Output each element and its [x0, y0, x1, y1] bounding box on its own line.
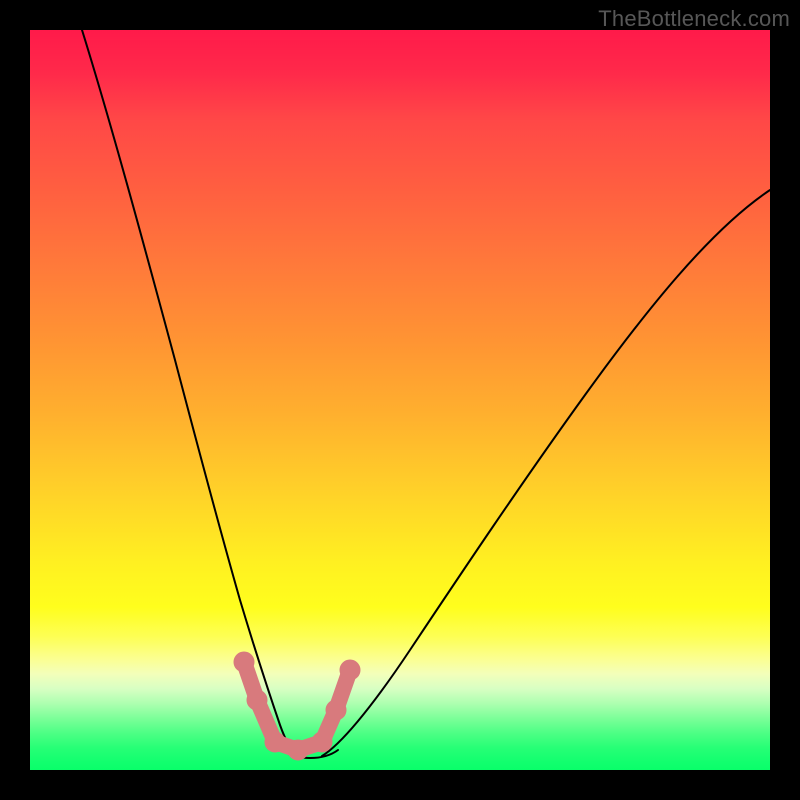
- marker-dot: [340, 660, 360, 680]
- marker-dot: [288, 740, 308, 760]
- curve-left-branch: [82, 30, 298, 756]
- marker-dot: [312, 732, 332, 752]
- marker-dot: [247, 690, 267, 710]
- curve-layer: [30, 30, 770, 770]
- watermark-text: TheBottleneck.com: [598, 6, 790, 32]
- chart-frame: TheBottleneck.com: [0, 0, 800, 800]
- curve-right-branch: [322, 190, 770, 756]
- marker-dot: [234, 652, 254, 672]
- marker-dot: [265, 732, 285, 752]
- marker-dot: [326, 700, 346, 720]
- plot-area: [30, 30, 770, 770]
